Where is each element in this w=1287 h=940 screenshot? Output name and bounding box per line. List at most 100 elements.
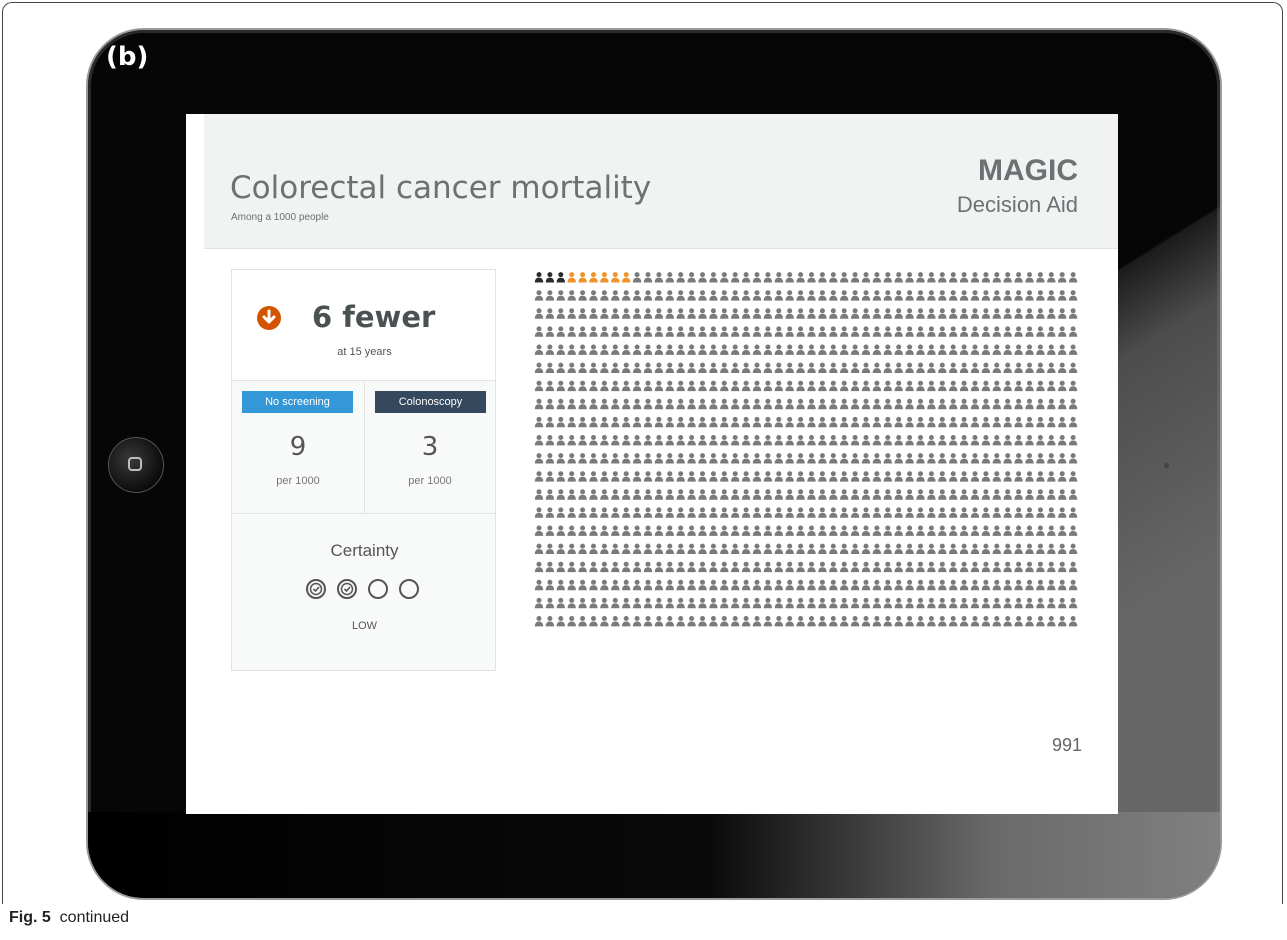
person-icon — [949, 525, 958, 536]
person-icon — [622, 380, 631, 392]
person-icon — [698, 435, 707, 446]
person-icon — [556, 344, 565, 355]
person-icon — [643, 398, 653, 410]
person-icon — [567, 525, 576, 536]
person-icon — [600, 543, 609, 554]
person-icon — [1058, 453, 1067, 464]
person-icon — [665, 272, 674, 283]
person-icon — [905, 290, 914, 301]
person-icon — [600, 489, 609, 500]
person-icon-orange — [600, 272, 609, 283]
person-icon — [622, 525, 631, 536]
person-icon — [1003, 453, 1012, 464]
person-icon — [840, 362, 849, 373]
person-icon — [567, 453, 576, 464]
home-button[interactable] — [108, 437, 164, 493]
person-icon — [938, 507, 947, 518]
person-icon — [632, 362, 642, 373]
person-icon — [894, 525, 903, 536]
person-icon — [687, 326, 696, 337]
person-icon — [840, 272, 849, 283]
person-icon — [589, 380, 598, 392]
person-icon — [927, 543, 936, 554]
person-icon — [807, 416, 816, 428]
person-icon — [1014, 416, 1023, 428]
person-icon — [872, 362, 882, 373]
person-icon — [611, 597, 620, 609]
person-icon — [556, 616, 565, 627]
person-icon — [850, 453, 860, 464]
person-icon — [938, 272, 947, 283]
person-icon — [829, 525, 838, 536]
person-icon — [731, 543, 740, 554]
person-icon — [709, 308, 718, 319]
person-icon — [763, 579, 773, 591]
person-icon — [741, 543, 751, 554]
person-icon — [970, 380, 980, 392]
person-icon — [654, 398, 664, 410]
person-icon — [545, 308, 555, 319]
person-icon — [622, 398, 631, 410]
person-icon — [600, 362, 609, 373]
person-icon — [861, 561, 871, 573]
person-icon — [807, 579, 816, 591]
person-icon — [840, 398, 849, 410]
person-icon — [818, 398, 827, 410]
person-icon — [1025, 344, 1034, 355]
person-icon — [938, 416, 947, 428]
person-icon — [676, 453, 685, 464]
person-icon — [1047, 380, 1056, 392]
person-icon — [992, 616, 1001, 627]
person-icon — [981, 525, 991, 536]
person-icon — [959, 471, 969, 482]
person-icon — [916, 398, 925, 410]
person-icon — [622, 308, 631, 319]
person-icon-dark — [545, 272, 555, 283]
person-icon — [840, 597, 849, 609]
person-icon — [905, 471, 914, 482]
person-icon — [970, 525, 980, 536]
person-icon — [949, 398, 958, 410]
person-icon — [741, 308, 751, 319]
person-icon — [654, 362, 664, 373]
person-icon — [654, 543, 664, 554]
person-icon — [731, 344, 740, 355]
person-icon — [840, 471, 849, 482]
person-icon — [578, 597, 587, 609]
person-icon — [731, 489, 740, 500]
person-icon — [981, 308, 991, 319]
person-icon — [850, 597, 860, 609]
person-icon — [840, 616, 849, 627]
person-icon — [752, 489, 762, 500]
person-icon — [632, 561, 642, 573]
person-icon — [556, 489, 565, 500]
person-icon — [1068, 525, 1078, 536]
person-icon — [611, 435, 620, 446]
person-icon — [698, 616, 707, 627]
person-icon — [665, 561, 674, 573]
person-icon — [949, 435, 958, 446]
tablet-bottom-bezel — [88, 812, 1220, 898]
person-icon — [992, 507, 1001, 518]
person-icon — [687, 344, 696, 355]
person-icon — [949, 561, 958, 573]
person-icon — [927, 290, 936, 301]
person-icon — [545, 561, 555, 573]
person-icon — [567, 597, 576, 609]
person-icon — [1014, 290, 1023, 301]
person-icon — [698, 290, 707, 301]
person-icon — [883, 561, 892, 573]
person-icon — [1047, 543, 1056, 554]
person-icon — [1025, 290, 1034, 301]
person-icon — [632, 525, 642, 536]
person-icon — [1003, 290, 1012, 301]
person-icon — [829, 489, 838, 500]
person-icon — [600, 453, 609, 464]
person-icon — [665, 616, 674, 627]
home-square-icon — [128, 457, 142, 471]
person-icon — [534, 416, 544, 428]
person-icon — [698, 398, 707, 410]
person-icon — [643, 362, 653, 373]
person-icon — [665, 398, 674, 410]
person-icon — [589, 290, 598, 301]
